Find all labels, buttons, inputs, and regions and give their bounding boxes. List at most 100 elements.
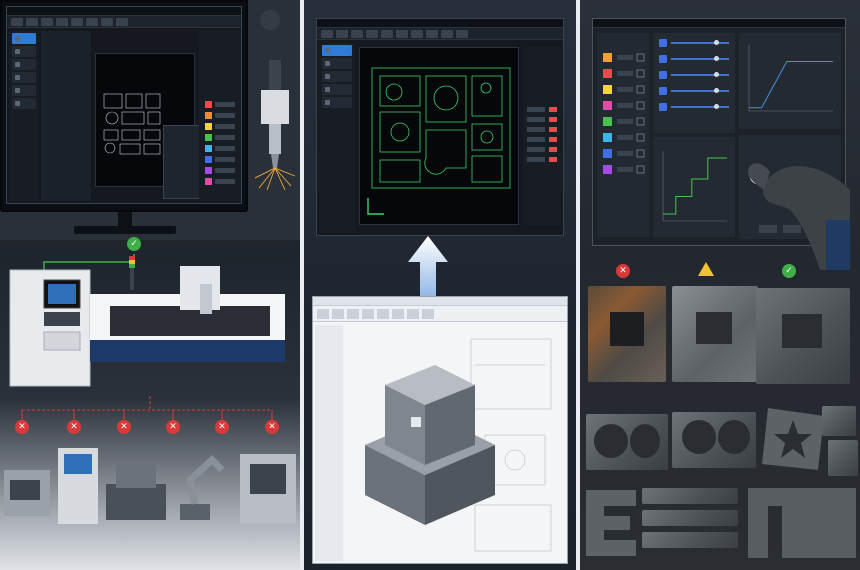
parameter-label — [617, 167, 633, 172]
layer-color-swatch[interactable] — [205, 123, 212, 130]
toolbar-button[interactable] — [116, 18, 128, 26]
power-curve-chart[interactable] — [739, 33, 841, 129]
check-icon: ✓ — [782, 264, 796, 278]
layer-label — [215, 179, 235, 184]
layer-color-swatch[interactable] — [205, 156, 212, 163]
cnc-toolbar — [7, 16, 241, 28]
toolbar-button[interactable] — [11, 18, 23, 26]
toolbar-button[interactable] — [426, 30, 438, 38]
toolbar-button[interactable] — [396, 30, 408, 38]
lathe-machine — [4, 470, 50, 516]
sidebar-item[interactable] — [12, 33, 36, 44]
ribbon-button[interactable] — [332, 309, 344, 319]
layer-color-swatch[interactable] — [205, 145, 212, 152]
toolbar-button[interactable] — [321, 30, 333, 38]
layer-color-swatch[interactable] — [205, 112, 212, 119]
rectangular-cutout — [610, 312, 644, 346]
parameter-toggle[interactable] — [636, 69, 645, 78]
cad-3d-part[interactable] — [345, 325, 565, 561]
ribbon-button[interactable] — [317, 309, 329, 319]
parameter-color-swatch[interactable] — [603, 133, 612, 142]
layer-label — [215, 157, 235, 162]
toolbar-button[interactable] — [101, 18, 113, 26]
ribbon-button[interactable] — [362, 309, 374, 319]
sidebar-item[interactable] — [322, 58, 352, 69]
laser-cutting-head — [255, 60, 295, 190]
toolbar-button[interactable] — [351, 30, 363, 38]
monitor — [0, 0, 248, 212]
cnc-sidebar — [9, 31, 39, 201]
sidebar-item[interactable] — [322, 84, 352, 95]
layer-color-swatch[interactable] — [205, 134, 212, 141]
toolbar-button[interactable] — [26, 18, 38, 26]
parameter-toggle[interactable] — [636, 133, 645, 142]
parameter-color-swatch[interactable] — [603, 149, 612, 158]
layer-color-swatch[interactable] — [205, 101, 212, 108]
param-row — [659, 101, 729, 113]
cad-feature-tree[interactable] — [315, 325, 343, 561]
sidebar-item[interactable] — [12, 72, 36, 83]
toolbar-button[interactable] — [336, 30, 348, 38]
parameter-toggle[interactable] — [636, 149, 645, 158]
cnc-controller-cabinet — [58, 448, 98, 524]
param-icon — [659, 39, 667, 47]
param-slider[interactable] — [671, 104, 729, 109]
toolbar-button[interactable] — [441, 30, 453, 38]
parameter-color-swatch[interactable] — [603, 53, 612, 62]
sidebar-item[interactable] — [322, 97, 352, 108]
ribbon-button[interactable] — [392, 309, 404, 319]
parameter-color-swatch[interactable] — [603, 101, 612, 110]
gloved-hand — [747, 163, 850, 270]
sidebar-item[interactable] — [12, 98, 36, 109]
ribbon-button[interactable] — [422, 309, 434, 319]
parameter-label — [617, 135, 633, 140]
cad-drawing-canvas[interactable] — [359, 47, 519, 225]
parameter-label — [617, 71, 633, 76]
param-slider[interactable] — [671, 56, 729, 61]
toolbar-button[interactable] — [381, 30, 393, 38]
l-shaped-part — [748, 488, 856, 558]
toolbar-button[interactable] — [456, 30, 468, 38]
sidebar-item[interactable] — [322, 71, 352, 82]
param-slider[interactable] — [671, 88, 729, 93]
layer-color-swatch[interactable] — [205, 178, 212, 185]
parameter-color-swatch[interactable] — [603, 85, 612, 94]
parameter-toggle[interactable] — [636, 101, 645, 110]
parameter-color-swatch[interactable] — [603, 69, 612, 78]
parameter-color-swatch[interactable] — [603, 165, 612, 174]
laser-cutting-machine — [9, 254, 285, 387]
parameter-toggle[interactable] — [636, 53, 645, 62]
toolbar-button[interactable] — [41, 18, 53, 26]
sidebar-item[interactable] — [12, 85, 36, 96]
param-icon — [659, 55, 667, 63]
toolbar-button[interactable] — [86, 18, 98, 26]
parameter-toggle[interactable] — [636, 165, 645, 174]
sidebar-item[interactable] — [322, 45, 352, 56]
middle-panel-cad-import — [304, 0, 576, 570]
parameter-toggle[interactable] — [636, 117, 645, 126]
warning-icon — [698, 262, 714, 276]
layer-label — [215, 146, 235, 151]
parameter-color-swatch[interactable] — [603, 117, 612, 126]
ribbon-button[interactable] — [347, 309, 359, 319]
circular-cutout — [594, 424, 628, 458]
ribbon-button[interactable] — [377, 309, 389, 319]
param-slider[interactable] — [671, 72, 729, 77]
toolbar-button[interactable] — [411, 30, 423, 38]
cnc-window-title — [7, 7, 241, 16]
param-slider[interactable] — [671, 40, 729, 45]
sidebar-item[interactable] — [12, 46, 36, 57]
toolbar-button[interactable] — [56, 18, 68, 26]
ribbon-button[interactable] — [407, 309, 419, 319]
toolbar-button[interactable] — [366, 30, 378, 38]
step-curve-chart[interactable] — [653, 137, 735, 237]
cad-ribbon — [313, 306, 567, 322]
arrow-up-icon — [408, 236, 448, 298]
param-row — [659, 53, 729, 65]
layer-color-swatch[interactable] — [205, 167, 212, 174]
sidebar-item[interactable] — [12, 59, 36, 70]
rectangular-cutout — [696, 312, 732, 344]
parameter-toggle[interactable] — [636, 85, 645, 94]
plate-star-cutout — [762, 408, 824, 470]
toolbar-button[interactable] — [71, 18, 83, 26]
